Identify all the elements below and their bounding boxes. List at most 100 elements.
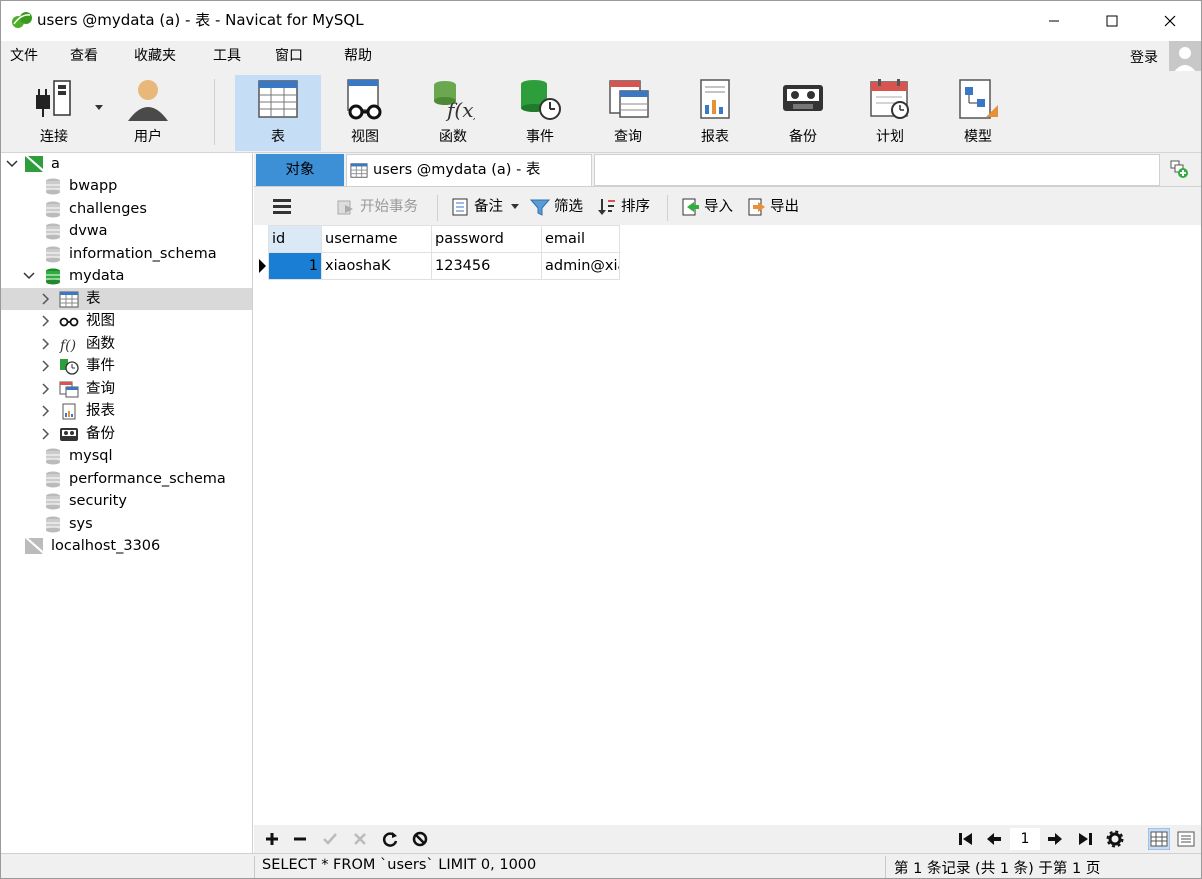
menu-favorites[interactable]: 收藏夹 bbox=[134, 47, 176, 65]
toolbar-report-button[interactable]: 报表 bbox=[672, 75, 758, 151]
chevron-down-icon[interactable] bbox=[511, 204, 519, 210]
sort-button[interactable]: 排序 bbox=[597, 196, 657, 218]
table-row[interactable]: 1 xiaoshaK 123456 admin@xia bbox=[268, 252, 620, 280]
toolbar-event-button[interactable]: 事件 bbox=[497, 75, 583, 151]
tree-db-mysql[interactable]: mysql bbox=[1, 445, 252, 467]
login-link[interactable]: 登录 bbox=[1130, 47, 1158, 67]
chevron-right-icon[interactable] bbox=[39, 378, 53, 400]
tree-connection-a[interactable]: a bbox=[1, 153, 252, 175]
avatar[interactable] bbox=[1169, 41, 1201, 73]
minimize-button[interactable] bbox=[1025, 1, 1083, 41]
add-record-icon[interactable] bbox=[262, 829, 282, 849]
toolbar-report-label: 报表 bbox=[701, 129, 729, 145]
begin-transaction-button[interactable]: 开始事务 bbox=[336, 196, 426, 218]
column-header-email[interactable]: email bbox=[541, 225, 620, 253]
menu-view[interactable]: 查看 bbox=[70, 47, 98, 65]
last-page-icon[interactable] bbox=[1075, 829, 1095, 849]
chevron-right-icon[interactable] bbox=[39, 400, 53, 422]
toolbar-model-button[interactable]: 模型 bbox=[935, 75, 1021, 151]
import-button[interactable]: 导入 bbox=[680, 196, 738, 218]
toolbar-user-button[interactable]: 用户 bbox=[105, 75, 191, 151]
toolbar-view-button[interactable]: 视图 bbox=[322, 75, 408, 151]
maximize-button[interactable] bbox=[1083, 1, 1141, 41]
toolbar-schedule-button[interactable]: 计划 bbox=[847, 75, 933, 151]
new-tab-icon[interactable] bbox=[1169, 159, 1189, 179]
cell-username[interactable]: xiaoshaK bbox=[321, 252, 432, 280]
menu-help[interactable]: 帮助 bbox=[344, 47, 372, 65]
apply-changes-icon[interactable] bbox=[320, 829, 340, 849]
menu-tools[interactable]: 工具 bbox=[213, 47, 241, 65]
form-view-icon[interactable] bbox=[1175, 828, 1197, 850]
delete-record-icon[interactable] bbox=[290, 829, 310, 849]
filter-label: 筛选 bbox=[554, 199, 583, 215]
filter-button[interactable]: 筛选 bbox=[530, 196, 590, 218]
chevron-down-icon[interactable] bbox=[95, 105, 103, 111]
menu-file[interactable]: 文件 bbox=[10, 47, 38, 65]
chevron-right-icon[interactable] bbox=[39, 333, 53, 355]
user-icon bbox=[128, 80, 168, 121]
tree-db-dvwa[interactable]: dvwa bbox=[1, 220, 252, 242]
toolbar-event-label: 事件 bbox=[526, 129, 554, 145]
column-header-username[interactable]: username bbox=[321, 225, 432, 253]
tree-connection-localhost[interactable]: localhost_3306 bbox=[1, 535, 252, 557]
chevron-right-icon[interactable] bbox=[39, 288, 53, 310]
tree-db-sys[interactable]: sys bbox=[1, 513, 252, 535]
discard-changes-icon[interactable] bbox=[350, 829, 370, 849]
toolbar-function-button[interactable]: f(x) 函数 bbox=[410, 75, 496, 151]
toolbar-connect-button[interactable]: 连接 bbox=[11, 75, 103, 151]
tree-db-performance-schema[interactable]: performance_schema bbox=[1, 468, 252, 490]
tree-node-views[interactable]: 视图 bbox=[1, 310, 252, 332]
tab-objects[interactable]: 对象 bbox=[256, 154, 344, 186]
hamburger-menu-icon[interactable] bbox=[272, 197, 292, 215]
cell-id[interactable]: 1 bbox=[268, 252, 322, 280]
tree-db-label: dvwa bbox=[69, 223, 108, 239]
chevron-right-icon[interactable] bbox=[39, 310, 53, 332]
tree-node-backups[interactable]: 备份 bbox=[1, 423, 252, 445]
tree-db-label: bwapp bbox=[69, 178, 118, 194]
database-icon bbox=[46, 471, 60, 488]
chevron-right-icon[interactable] bbox=[39, 423, 53, 445]
tab-users-table[interactable]: users @mydata (a) - 表 bbox=[346, 154, 592, 186]
chevron-right-icon[interactable] bbox=[39, 355, 53, 377]
title-bar: users @mydata (a) - 表 - Navicat for MySQ… bbox=[1, 1, 1201, 41]
connection-tree: a bwapp challenges dvwa information_sche… bbox=[1, 153, 253, 853]
import-icon bbox=[682, 198, 699, 216]
note-button[interactable]: 备注 bbox=[450, 196, 522, 218]
tree-node-reports[interactable]: 报表 bbox=[1, 400, 252, 422]
tree-db-bwapp[interactable]: bwapp bbox=[1, 175, 252, 197]
navicat-window: users @mydata (a) - 表 - Navicat for MySQ… bbox=[0, 0, 1202, 879]
begin-transaction-label: 开始事务 bbox=[360, 199, 418, 215]
tree-node-functions[interactable]: f() 函数 bbox=[1, 333, 252, 355]
toolbar-backup-button[interactable]: 备份 bbox=[760, 75, 846, 151]
tree-node-tables[interactable]: 表 bbox=[1, 288, 252, 310]
column-header-id[interactable]: id bbox=[268, 225, 322, 253]
toolbar-query-button[interactable]: 查询 bbox=[585, 75, 671, 151]
export-button[interactable]: 导出 bbox=[746, 196, 804, 218]
cell-password[interactable]: 123456 bbox=[431, 252, 542, 280]
table-toolbar: 开始事务 备注 筛选 排序 导入 导出 bbox=[254, 187, 1201, 225]
chevron-down-icon[interactable] bbox=[22, 265, 36, 287]
page-number-field[interactable]: 1 bbox=[1010, 828, 1040, 850]
refresh-icon[interactable] bbox=[380, 829, 400, 849]
tree-db-security[interactable]: security bbox=[1, 490, 252, 512]
toolbar-table-button[interactable]: 表 bbox=[235, 75, 321, 151]
tree-db-mydata[interactable]: mydata bbox=[1, 265, 252, 287]
grid-view-icon[interactable] bbox=[1148, 828, 1170, 850]
tree-db-information-schema[interactable]: information_schema bbox=[1, 243, 252, 265]
tree-db-label: challenges bbox=[69, 201, 147, 217]
column-header-password[interactable]: password bbox=[431, 225, 542, 253]
tree-node-queries[interactable]: 查询 bbox=[1, 378, 252, 400]
next-page-icon[interactable] bbox=[1045, 829, 1065, 849]
stop-icon[interactable] bbox=[410, 829, 430, 849]
menu-window[interactable]: 窗口 bbox=[275, 47, 303, 65]
previous-page-icon[interactable] bbox=[984, 829, 1004, 849]
tree-node-events[interactable]: 事件 bbox=[1, 355, 252, 377]
gear-icon[interactable] bbox=[1105, 829, 1125, 849]
tab-strip: 对象 users @mydata (a) - 表 bbox=[254, 153, 1201, 187]
tree-node-label: 视图 bbox=[86, 313, 115, 329]
chevron-down-icon[interactable] bbox=[5, 153, 19, 175]
close-button[interactable] bbox=[1141, 1, 1199, 41]
tree-db-challenges[interactable]: challenges bbox=[1, 198, 252, 220]
first-page-icon[interactable] bbox=[956, 829, 976, 849]
cell-email[interactable]: admin@xia bbox=[541, 252, 620, 280]
